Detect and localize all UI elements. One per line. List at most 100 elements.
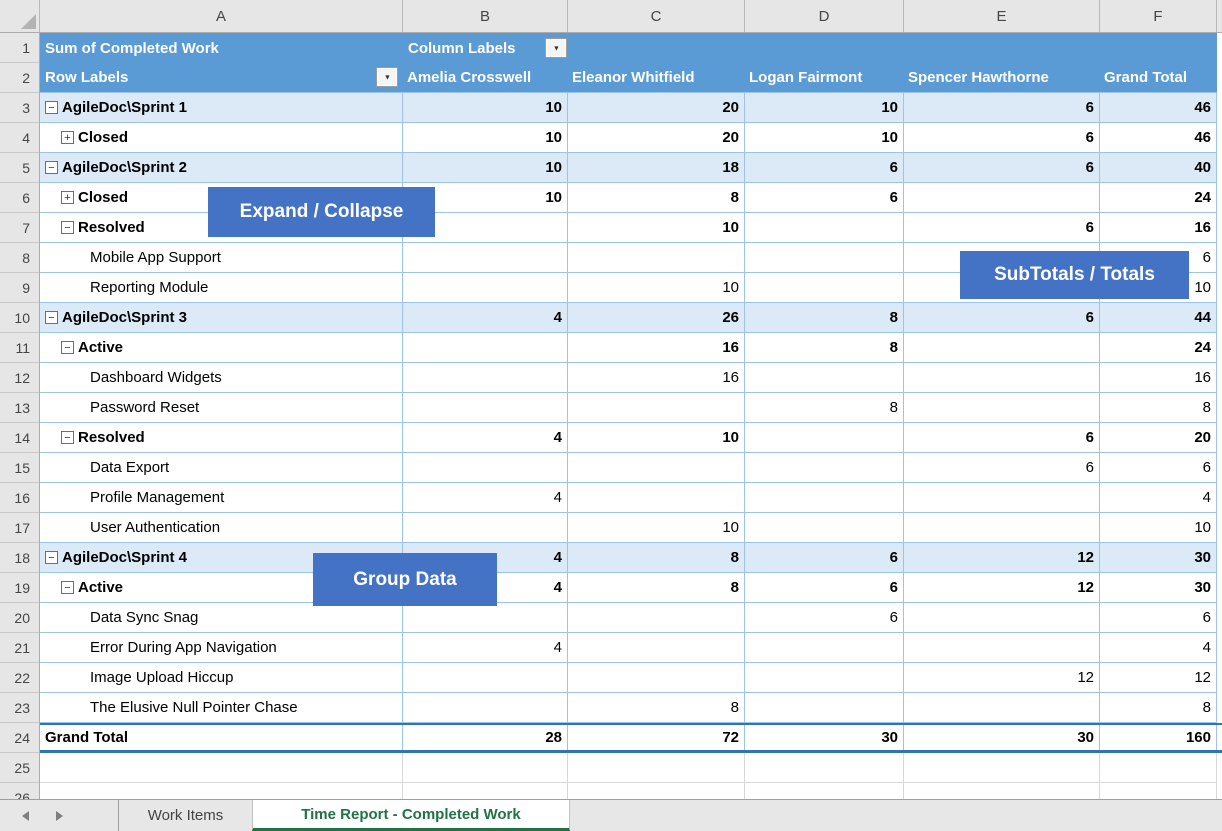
pivot-value-cell[interactable]: 12 xyxy=(904,573,1100,603)
pivot-value-cell[interactable]: 40 xyxy=(1100,153,1217,183)
row-header-5[interactable]: 5 xyxy=(0,153,39,183)
tab-work-items[interactable]: Work Items xyxy=(119,800,252,831)
column-header-B[interactable]: B xyxy=(403,0,568,32)
pivot-value-cell[interactable]: 12 xyxy=(904,663,1100,693)
pivot-value-cell[interactable]: 8 xyxy=(568,543,745,573)
pivot-value-cell[interactable] xyxy=(745,513,904,543)
pivot-value-cell[interactable] xyxy=(568,603,745,633)
collapse-toggle-icon[interactable]: − xyxy=(61,431,74,444)
pivot-value-cell[interactable]: 18 xyxy=(568,153,745,183)
pivot-value-cell[interactable]: 10 xyxy=(568,423,745,453)
pivot-column-header[interactable]: Amelia Crosswell xyxy=(403,63,568,93)
row-header-6[interactable]: 6 xyxy=(0,183,39,213)
pivot-value-cell[interactable] xyxy=(745,663,904,693)
row-header-1[interactable]: 1 xyxy=(0,33,39,63)
pivot-row-label-cell[interactable]: The Elusive Null Pointer Chase xyxy=(40,693,403,723)
collapse-toggle-icon[interactable]: − xyxy=(61,341,74,354)
pivot-value-cell[interactable] xyxy=(904,513,1100,543)
empty-cell[interactable] xyxy=(904,753,1100,783)
row-header-21[interactable]: 21 xyxy=(0,633,39,663)
row-header-10[interactable]: 10 xyxy=(0,303,39,333)
pivot-row-label-cell[interactable]: Profile Management xyxy=(40,483,403,513)
empty-cell[interactable] xyxy=(403,753,568,783)
expand-toggle-icon[interactable]: + xyxy=(61,191,74,204)
pivot-value-cell[interactable]: 16 xyxy=(568,333,745,363)
collapse-toggle-icon[interactable]: − xyxy=(61,581,74,594)
pivot-value-cell[interactable]: 30 xyxy=(1100,573,1217,603)
pivot-value-cell[interactable] xyxy=(745,453,904,483)
pivot-value-cell[interactable]: 6 xyxy=(745,573,904,603)
pivot-value-cell[interactable] xyxy=(745,483,904,513)
pivot-value-cell[interactable]: 20 xyxy=(1100,423,1217,453)
column-labels-cell[interactable]: Column Labels xyxy=(403,33,1217,63)
pivot-value-cell[interactable]: 16 xyxy=(568,363,745,393)
row-header-11[interactable]: 11 xyxy=(0,333,39,363)
pivot-value-cell[interactable]: 6 xyxy=(904,453,1100,483)
pivot-value-cell[interactable]: 30 xyxy=(745,725,904,750)
pivot-value-cell[interactable]: 6 xyxy=(745,603,904,633)
pivot-value-cell[interactable] xyxy=(904,603,1100,633)
row-header-17[interactable]: 17 xyxy=(0,513,39,543)
row-header-13[interactable]: 13 xyxy=(0,393,39,423)
row-header-26[interactable]: 26 xyxy=(0,783,39,799)
pivot-column-header[interactable]: Grand Total xyxy=(1100,63,1217,93)
pivot-value-cell[interactable]: 8 xyxy=(1100,393,1217,423)
pivot-value-cell[interactable] xyxy=(568,663,745,693)
empty-cell[interactable] xyxy=(568,753,745,783)
select-all-corner[interactable] xyxy=(0,0,40,32)
empty-cell[interactable] xyxy=(40,753,403,783)
pivot-value-cell[interactable]: 10 xyxy=(1100,513,1217,543)
pivot-value-cell[interactable]: 10 xyxy=(403,153,568,183)
pivot-value-cell[interactable]: 6 xyxy=(745,543,904,573)
pivot-column-header[interactable]: Spencer Hawthorne xyxy=(904,63,1100,93)
row-labels-cell[interactable]: Row Labels xyxy=(40,63,403,93)
pivot-value-cell[interactable]: 6 xyxy=(1100,603,1217,633)
pivot-title-cell[interactable]: Sum of Completed Work xyxy=(40,33,403,63)
pivot-value-cell[interactable]: 8 xyxy=(1100,693,1217,723)
row-header-18[interactable]: 18 xyxy=(0,543,39,573)
tab-time-report-completed-work[interactable]: Time Report - Completed Work xyxy=(252,800,570,831)
empty-cell[interactable] xyxy=(403,783,568,799)
row-header-8[interactable]: 8 xyxy=(0,243,39,273)
column-header-C[interactable]: C xyxy=(568,0,745,32)
pivot-value-cell[interactable] xyxy=(904,183,1100,213)
pivot-value-cell[interactable] xyxy=(745,213,904,243)
pivot-value-cell[interactable]: 10 xyxy=(568,273,745,303)
row-header-15[interactable]: 15 xyxy=(0,453,39,483)
pivot-value-cell[interactable]: 24 xyxy=(1100,183,1217,213)
row-header-2[interactable]: 2 xyxy=(0,63,39,93)
row-header-9[interactable]: 9 xyxy=(0,273,39,303)
pivot-value-cell[interactable]: 26 xyxy=(568,303,745,333)
pivot-value-cell[interactable]: 4 xyxy=(1100,633,1217,663)
pivot-value-cell[interactable] xyxy=(745,273,904,303)
pivot-value-cell[interactable]: 16 xyxy=(1100,213,1217,243)
collapse-toggle-icon[interactable]: − xyxy=(45,311,58,324)
pivot-value-cell[interactable]: 160 xyxy=(1100,725,1217,750)
pivot-value-cell[interactable]: 4 xyxy=(403,633,568,663)
pivot-value-cell[interactable]: 6 xyxy=(745,183,904,213)
pivot-row-label-cell[interactable]: −Resolved xyxy=(40,423,403,453)
pivot-value-cell[interactable]: 6 xyxy=(904,153,1100,183)
column-header-E[interactable]: E xyxy=(904,0,1100,32)
pivot-value-cell[interactable]: 10 xyxy=(745,123,904,153)
pivot-row-label-cell[interactable]: Grand Total xyxy=(40,725,403,750)
pivot-value-cell[interactable]: 10 xyxy=(745,93,904,123)
pivot-value-cell[interactable]: 4 xyxy=(1100,483,1217,513)
pivot-value-cell[interactable]: 46 xyxy=(1100,123,1217,153)
pivot-value-cell[interactable] xyxy=(403,663,568,693)
column-header-F[interactable]: F xyxy=(1100,0,1217,32)
pivot-row-label-cell[interactable]: +Closed xyxy=(40,123,403,153)
pivot-row-label-cell[interactable]: −Active xyxy=(40,333,403,363)
pivot-value-cell[interactable] xyxy=(568,243,745,273)
pivot-value-cell[interactable]: 4 xyxy=(403,423,568,453)
pivot-value-cell[interactable]: 4 xyxy=(403,303,568,333)
row-header-22[interactable]: 22 xyxy=(0,663,39,693)
pivot-value-cell[interactable]: 4 xyxy=(403,483,568,513)
row-header-16[interactable]: 16 xyxy=(0,483,39,513)
row-header-7[interactable]: 7 xyxy=(0,213,39,243)
row-header-4[interactable]: 4 xyxy=(0,123,39,153)
pivot-value-cell[interactable] xyxy=(403,693,568,723)
pivot-value-cell[interactable] xyxy=(568,483,745,513)
pivot-value-cell[interactable] xyxy=(904,483,1100,513)
pivot-value-cell[interactable] xyxy=(403,363,568,393)
